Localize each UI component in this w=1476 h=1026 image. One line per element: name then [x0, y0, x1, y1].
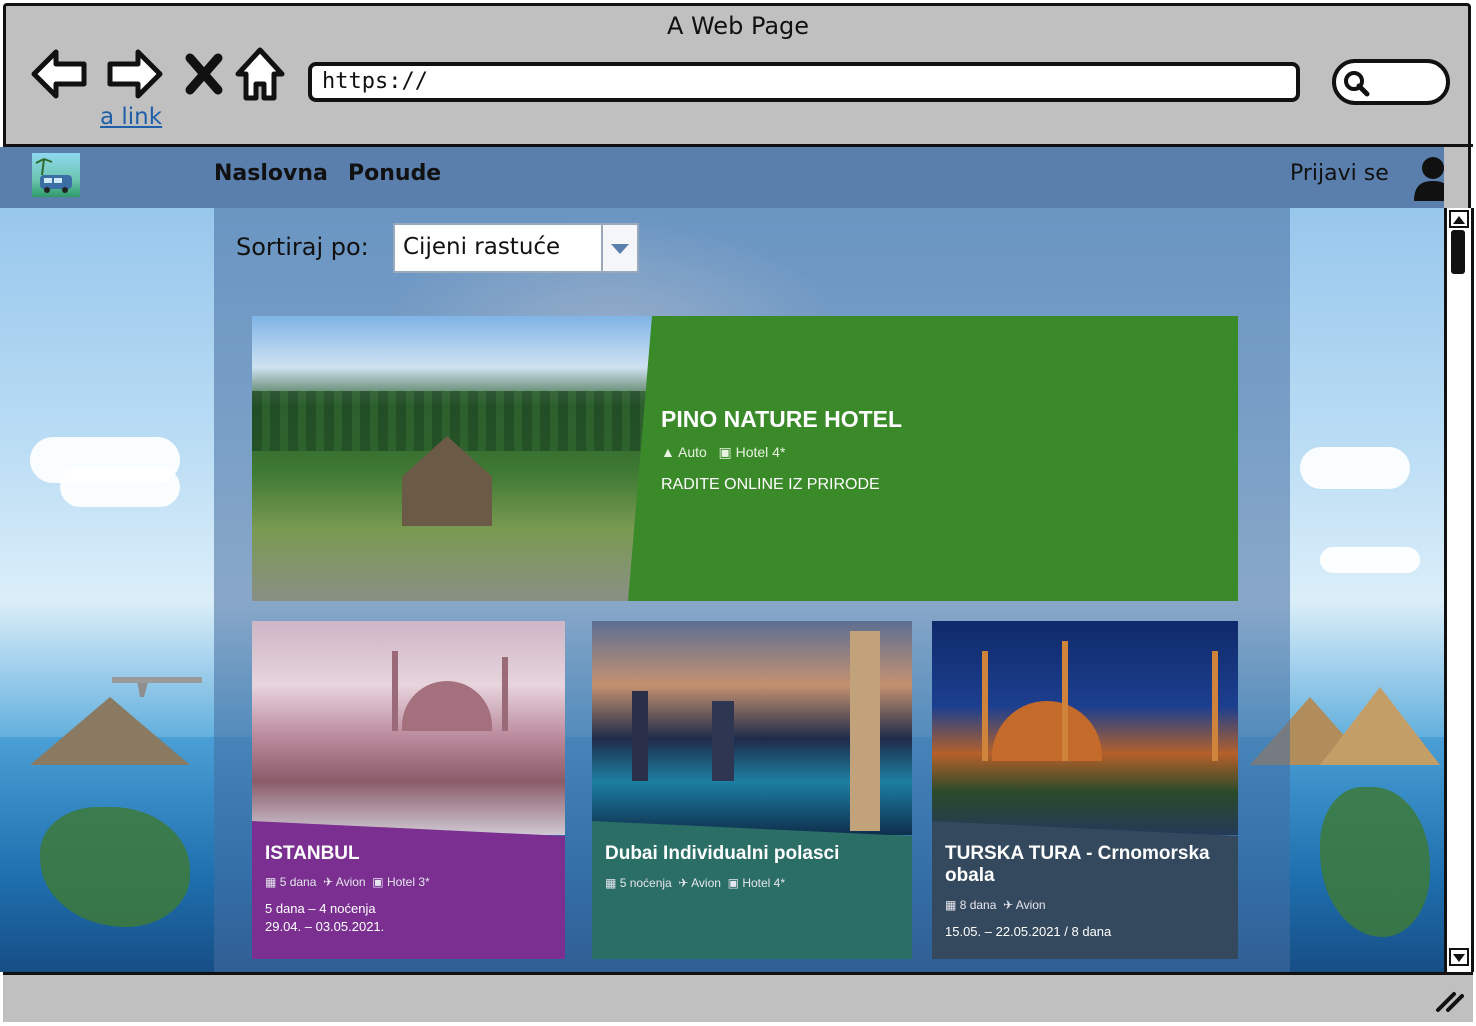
offer-card-turska-tura[interactable]: TURSKA TURA - Crnomorska obala ▦ 8 dana … — [932, 621, 1238, 959]
card-title: ISTANBUL — [265, 843, 360, 864]
card-title: Dubai Individualni polasci — [605, 843, 840, 864]
url-bar[interactable]: https:// — [308, 62, 1300, 102]
hero-meta: ▲ Auto ▣ Hotel 4* — [661, 444, 785, 461]
search-icon — [1344, 71, 1370, 97]
triangle-up-icon — [1453, 216, 1465, 224]
scroll-thumb[interactable] — [1451, 230, 1465, 274]
minaret — [1062, 641, 1068, 761]
minaret — [982, 651, 988, 761]
sort-label: Sortiraj po: — [236, 233, 369, 261]
card-meta: ▦ 8 dana ✈ Avion — [945, 898, 1046, 912]
plane-icon: ✈ — [323, 875, 334, 889]
chevron-down-icon — [611, 244, 629, 254]
close-x-icon[interactable] — [182, 44, 226, 104]
sort-dropdown[interactable]: Cijeni rastuće — [393, 223, 639, 273]
background-cloud — [60, 467, 180, 507]
dubai-image — [592, 621, 912, 835]
scroll-up-button[interactable] — [1449, 210, 1469, 228]
hero-description: RADITE ONLINE IZ PRIRODE — [661, 476, 880, 493]
nav-home-link[interactable]: Naslovna — [214, 161, 328, 186]
back-arrow-icon[interactable] — [30, 44, 90, 104]
plane-icon: ✈ — [1003, 898, 1014, 912]
pyramid-landmark-icon — [30, 677, 202, 765]
sort-selected-value: Cijeni rastuće — [403, 234, 561, 260]
card-meta: ▦ 5 noćenja ✈ Avion ▣ Hotel 4* — [605, 876, 785, 890]
window-title: A Web Page — [666, 12, 810, 40]
featured-offer-card[interactable]: PINO NATURE HOTEL ▲ Auto ▣ Hotel 4* RADI… — [252, 316, 1238, 601]
bus-icon: ▣ — [372, 875, 384, 889]
minaret — [1212, 651, 1218, 761]
road-icon: ▲ — [661, 444, 675, 460]
minaret — [392, 651, 398, 731]
nav-offers-link[interactable]: Ponude — [348, 161, 441, 186]
hero-meta-hotel: Hotel 4* — [735, 444, 786, 460]
triangle-down-icon — [1453, 954, 1465, 962]
card-meta-duration: 5 dana — [279, 875, 317, 889]
card-meta-duration: 8 dana — [959, 898, 997, 912]
site-navbar: Naslovna Ponude Prijavi se — [0, 147, 1444, 208]
card-meta-hotel: Hotel 3* — [386, 875, 430, 889]
plane-icon: ✈ — [678, 876, 689, 890]
calendar-icon: ▦ — [605, 876, 617, 890]
card-meta: ▦ 5 dana ✈ Avion ▣ Hotel 3* — [265, 875, 430, 889]
card-meta-hotel: Hotel 4* — [742, 876, 786, 890]
forward-arrow-icon[interactable] — [104, 44, 164, 104]
page-viewport: Naslovna Ponude Prijavi se Sortiraj po: … — [0, 147, 1444, 972]
user-icon[interactable] — [1412, 155, 1444, 201]
turska-image — [932, 621, 1238, 835]
browser-search-box[interactable] — [1332, 59, 1450, 105]
site-logo[interactable] — [32, 153, 80, 197]
hero-title: PINO NATURE HOTEL — [661, 406, 903, 432]
home-icon[interactable] — [234, 44, 286, 104]
card-meta-transport: Avion — [335, 875, 366, 889]
istanbul-image — [252, 621, 565, 835]
card-detail-line: 15.05. – 22.05.2021 / 8 dana — [945, 924, 1112, 939]
bus-icon: ▣ — [727, 876, 739, 890]
minaret — [502, 657, 508, 731]
signin-link[interactable]: Prijavi se — [1290, 161, 1389, 186]
card-meta-duration: 5 noćenja — [619, 876, 672, 890]
status-bar — [3, 972, 1473, 1022]
browser-link[interactable]: a link — [100, 104, 162, 130]
card-title: TURSKA TURA - Crnomorska obala — [945, 843, 1210, 886]
page-scrollbar[interactable] — [1444, 208, 1474, 972]
background-cloud — [1320, 547, 1420, 573]
mosque-dome — [992, 701, 1102, 761]
hero-hotel-image — [252, 316, 652, 601]
skyscraper — [712, 701, 734, 781]
hero-meta-transport: Auto — [677, 444, 707, 460]
scroll-down-button[interactable] — [1449, 948, 1469, 966]
skyscraper — [850, 631, 880, 831]
mosque-dome — [402, 681, 492, 731]
resize-grip-icon[interactable] — [1432, 988, 1466, 1014]
bus-icon: ▣ — [718, 444, 732, 460]
offer-card-istanbul[interactable]: ISTANBUL ▦ 5 dana ✈ Avion ▣ Hotel 3* 5 d… — [252, 621, 565, 959]
van-logo-icon — [35, 158, 72, 193]
background-cloud — [1300, 447, 1410, 489]
skyscraper — [632, 691, 648, 781]
card-meta-transport: Avion — [691, 876, 721, 890]
calendar-icon: ▦ — [945, 898, 957, 912]
calendar-icon: ▦ — [265, 875, 277, 889]
dropdown-toggle[interactable] — [601, 225, 637, 271]
offer-card-dubai[interactable]: Dubai Individualni polasci ▦ 5 noćenja ✈… — [592, 621, 912, 959]
card-meta-transport: Avion — [1015, 898, 1046, 912]
card-detail-line: 29.04. – 03.05.2021. — [265, 919, 385, 934]
card-detail-line: 5 dana – 4 noćenja — [265, 901, 376, 916]
